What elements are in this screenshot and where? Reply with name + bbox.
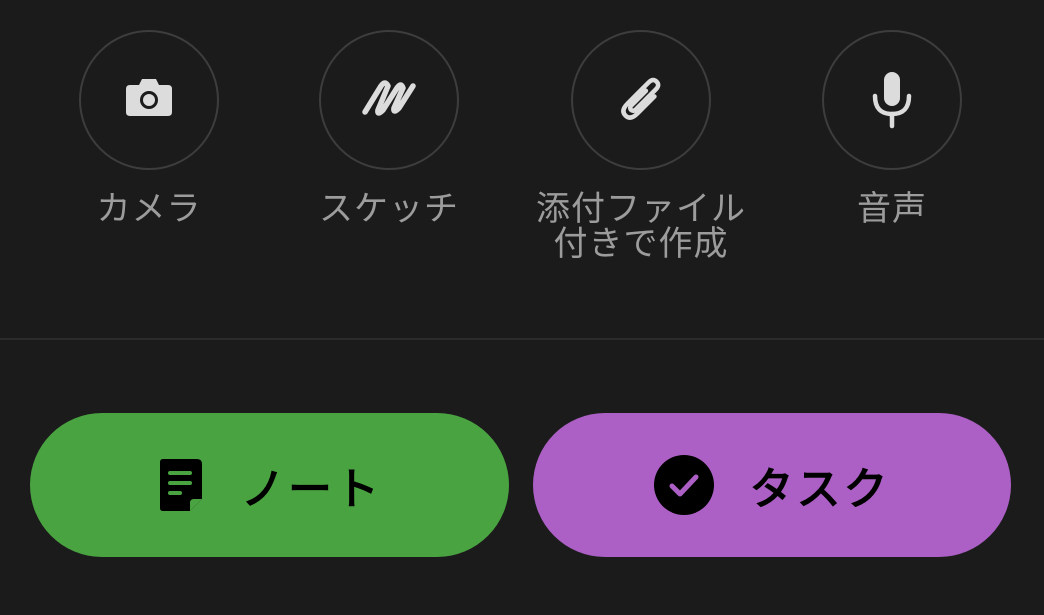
note-button[interactable]: ノート	[30, 413, 509, 557]
sketch-button[interactable]	[319, 30, 459, 170]
sketch-icon	[362, 80, 416, 116]
paperclip-icon	[621, 77, 661, 120]
attachment-label: 添付ファイル 付きで作成	[536, 189, 746, 264]
camera-label: カメラ	[96, 189, 202, 229]
note-icon	[157, 456, 205, 514]
note-label: ノート	[241, 464, 382, 515]
microphone-icon	[872, 72, 912, 129]
task-button[interactable]: タスク	[533, 413, 1011, 557]
camera-button[interactable]	[79, 30, 219, 170]
create-menu: カメラ スケッチ 添付ファイル 付きで作成 音声 ノート タスク	[0, 0, 1044, 615]
divider	[0, 338, 1044, 340]
voice-action[interactable]: 音声	[772, 30, 1012, 227]
sketch-action[interactable]: スケッチ	[269, 30, 509, 227]
voice-button[interactable]	[822, 30, 962, 170]
camera-action[interactable]: カメラ	[29, 30, 269, 227]
check-circle-icon	[653, 455, 714, 515]
attachment-action[interactable]: 添付ファイル 付きで作成	[521, 30, 761, 262]
attachment-button[interactable]	[571, 30, 711, 170]
voice-label: 音声	[857, 189, 927, 229]
sketch-label: スケッチ	[319, 189, 459, 229]
camera-icon	[126, 79, 172, 116]
task-label: タスク	[749, 464, 891, 515]
